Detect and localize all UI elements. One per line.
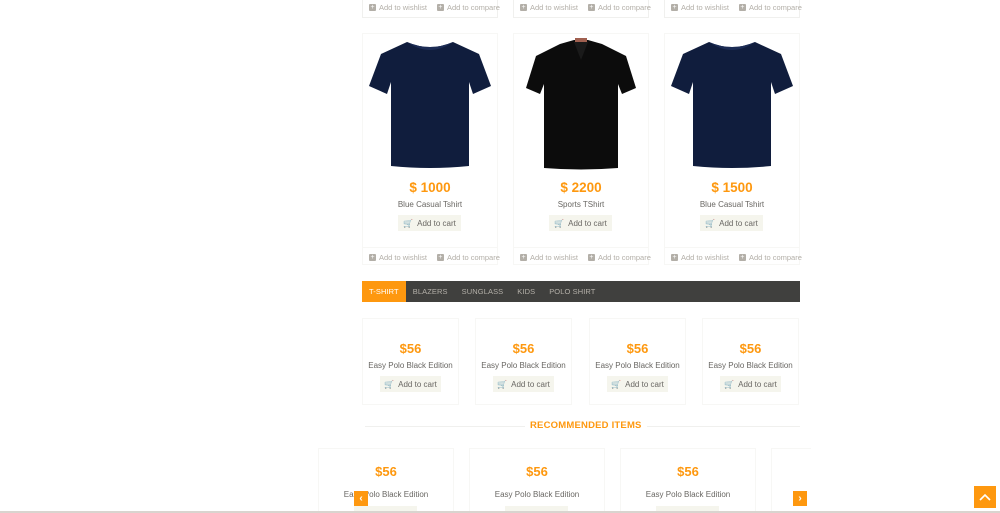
recommended-item: $56 Easy Polo Black Edition [620, 448, 756, 513]
product-name[interactable]: Blue Casual Tshirt [363, 200, 497, 209]
product-price: $56 [526, 464, 548, 479]
add-to-cart-button[interactable]: 🛒 Add to cart [700, 215, 763, 231]
previous-product-row: + Add to wishlist + Add to compare + Add to… [362, 0, 802, 18]
category-tabs: T-SHIRT BLAZERS SUNGLASS KIDS POLO SHIRT [362, 281, 800, 302]
chevron-up-icon [979, 493, 991, 501]
add-to-cart-button[interactable]: 🛒 Add to cart [380, 376, 441, 392]
product-name[interactable]: Easy Polo Black Edition [703, 361, 798, 370]
shopping-cart-icon: 🛒 [554, 218, 565, 228]
add-to-compare-link[interactable]: + Add to compare [587, 3, 651, 12]
add-to-wishlist-link[interactable]: + Add to wishlist [671, 3, 729, 12]
product-name[interactable]: Sports TShirt [514, 200, 648, 209]
tab-product-card: $56 Easy Polo Black Edition 🛒 Add to cart [475, 318, 572, 405]
product-price: $ 1000 [409, 180, 451, 195]
product-card-footer: + Add to wishlist + Add to compare [363, 247, 500, 265]
tab-product-card: $56 Easy Polo Black Edition 🛒 Add to cart [362, 318, 459, 405]
plus-icon: + [587, 4, 595, 11]
tab-sunglass[interactable]: SUNGLASS [455, 281, 511, 302]
plus-icon: + [671, 254, 678, 261]
product-name[interactable]: Easy Polo Black Edition [590, 361, 685, 370]
add-to-cart-button[interactable]: 🛒 Add to cart [607, 376, 668, 392]
tab-product-card: $56 Easy Polo Black Edition 🛒 Add to cart [589, 318, 686, 405]
add-to-compare-link[interactable]: + Add to compare [587, 253, 651, 262]
product-card-footer: + Add to wishlist + Add to compare [664, 0, 802, 18]
tab-product-card: $56 Easy Polo Black Edition 🛒 Add to cart [702, 318, 799, 405]
shopping-cart-icon: 🛒 [403, 218, 414, 228]
tab-blazers[interactable]: BLAZERS [406, 281, 455, 302]
add-to-wishlist-link[interactable]: + Add to wishlist [369, 253, 427, 262]
product-price: $56 [677, 464, 699, 479]
product-card-footer: + Add to wishlist + Add to compare [362, 0, 500, 18]
shopping-cart-icon: 🛒 [705, 218, 716, 228]
shopping-cart-icon: 🛒 [611, 379, 622, 389]
add-to-cart-button[interactable]: 🛒 Add to cart [493, 376, 554, 392]
plus-icon: + [671, 4, 678, 11]
recommended-item: $56 Easy Polo Black Edition [318, 448, 454, 513]
product-card: $ 1500 Blue Casual Tshirt 🛒 Add to cart +… [664, 33, 802, 265]
plus-icon: + [520, 4, 527, 11]
product-image-navy-tshirt[interactable] [669, 38, 795, 172]
add-to-compare-link[interactable]: + Add to compare [436, 3, 500, 12]
add-to-wishlist-link[interactable]: + Add to wishlist [520, 253, 578, 262]
add-to-wishlist-link[interactable]: + Add to wishlist [369, 3, 427, 12]
tab-polo-shirt[interactable]: POLO SHIRT [542, 281, 602, 302]
product-price: $56 [626, 341, 649, 356]
recommended-items-title: RECOMMENDED ITEMS [525, 420, 647, 431]
chevron-left-icon: ‹ [359, 493, 363, 504]
product-price: $56 [512, 341, 535, 356]
product-card: $ 1000 Blue Casual Tshirt 🛒 Add to cart +… [362, 33, 500, 265]
plus-icon: + [436, 254, 444, 261]
product-price: $56 [375, 464, 397, 479]
chevron-right-icon: › [798, 493, 802, 504]
add-to-cart-button[interactable]: 🛒 Add to cart [398, 215, 461, 231]
add-to-wishlist-link[interactable]: + Add to wishlist [671, 253, 729, 262]
product-name[interactable]: Easy Polo Black Edition [363, 361, 458, 370]
product-image-black-polo[interactable] [518, 38, 644, 172]
plus-icon: + [587, 254, 595, 261]
carousel-next-button[interactable]: › [793, 491, 807, 506]
recommended-item: $56 Easy Polo Black Edition [469, 448, 605, 513]
add-to-compare-link[interactable]: + Add to compare [738, 253, 802, 262]
product-image-navy-tshirt[interactable] [367, 38, 493, 172]
plus-icon: + [738, 254, 746, 261]
product-name[interactable]: Easy Polo Black Edition [319, 490, 453, 499]
scroll-up-button[interactable] [974, 486, 996, 508]
add-to-wishlist-link[interactable]: + Add to wishlist [520, 3, 578, 12]
product-name[interactable]: Easy Polo Black Edition [476, 361, 571, 370]
plus-icon: + [520, 254, 527, 261]
plus-icon: + [738, 4, 746, 11]
tab-kids[interactable]: KIDS [510, 281, 542, 302]
product-card: $ 2200 Sports TShirt 🛒 Add to cart + Add t… [513, 33, 651, 265]
shopping-cart-icon: 🛒 [497, 379, 508, 389]
product-name[interactable]: Blue Casual Tshirt [665, 200, 799, 209]
product-price: $ 1500 [711, 180, 753, 195]
add-to-cart-button[interactable]: 🛒 Add to cart [549, 215, 612, 231]
add-to-compare-link[interactable]: + Add to compare [436, 253, 500, 262]
shopping-cart-icon: 🛒 [384, 379, 395, 389]
shopping-cart-icon: 🛒 [724, 379, 735, 389]
product-name[interactable]: Easy Polo Black Edition [621, 490, 755, 499]
product-name[interactable]: Easy Polo Black Edition [470, 490, 604, 499]
product-price: $56 [399, 341, 422, 356]
product-card-footer: + Add to wishlist + Add to compare [513, 0, 651, 18]
product-price: $ 2200 [560, 180, 602, 195]
plus-icon: + [369, 4, 376, 11]
add-to-compare-link[interactable]: + Add to compare [738, 3, 802, 12]
add-to-cart-button[interactable]: 🛒 Add to cart [720, 376, 781, 392]
tab-t-shirt[interactable]: T-SHIRT [362, 281, 406, 302]
carousel-prev-button[interactable]: ‹ [354, 491, 368, 506]
plus-icon: + [436, 4, 444, 11]
product-price: $56 [739, 341, 762, 356]
plus-icon: + [369, 254, 376, 261]
product-card-footer: + Add to wishlist + Add to compare [665, 247, 802, 265]
product-card-footer: + Add to wishlist + Add to compare [514, 247, 651, 265]
